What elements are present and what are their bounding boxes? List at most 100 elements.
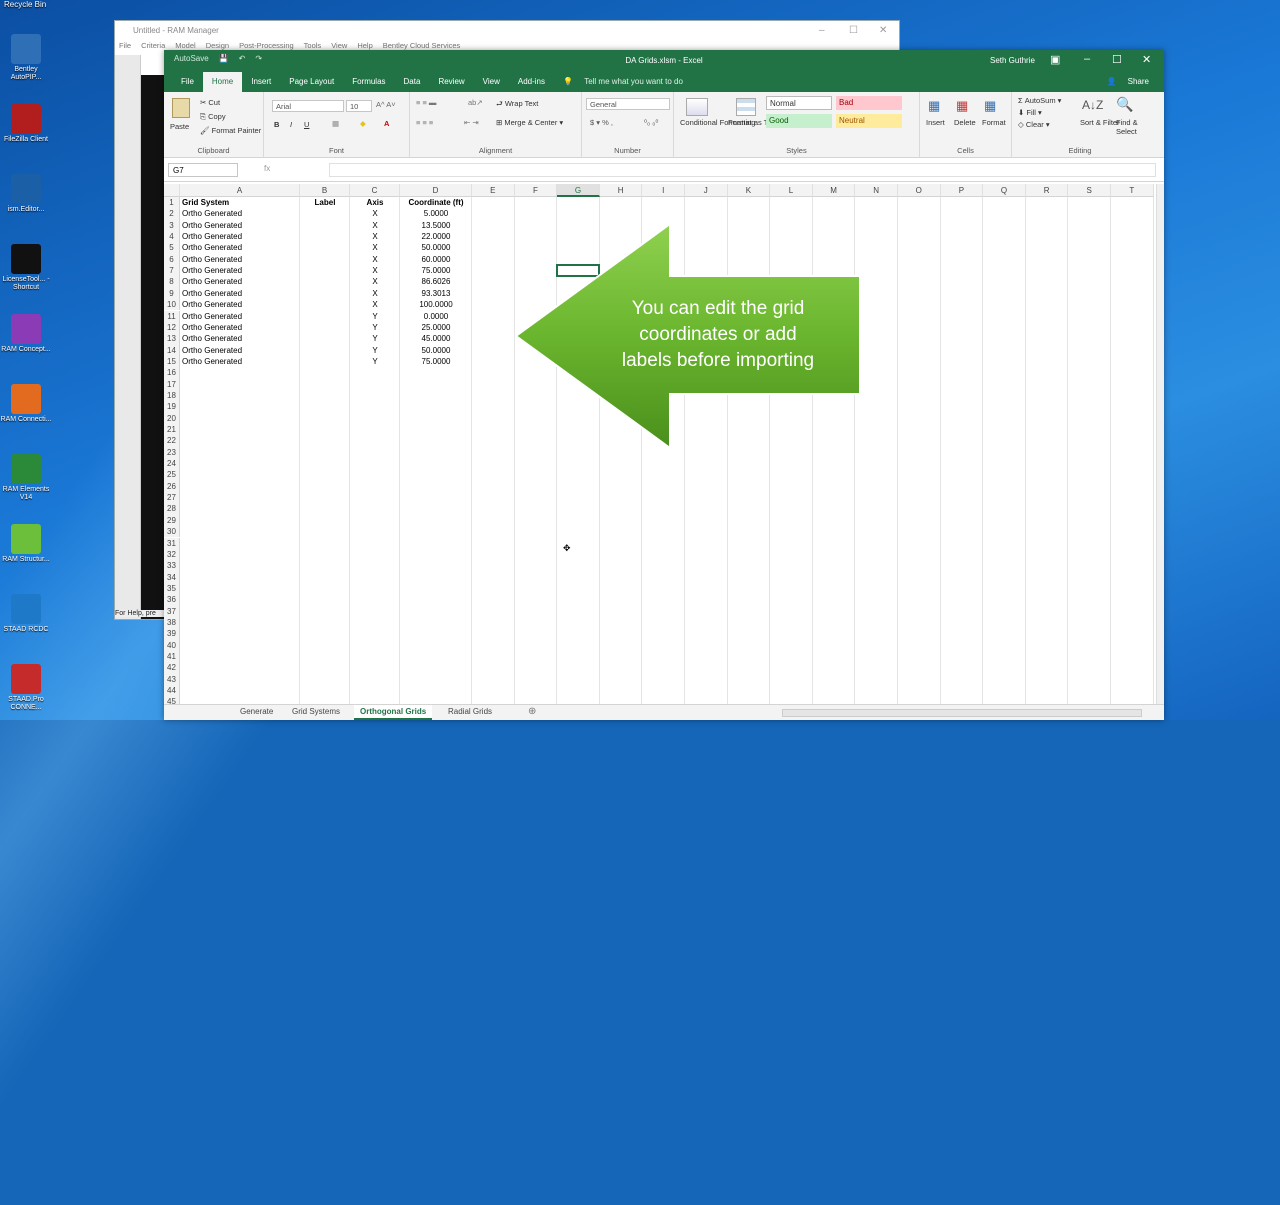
orientation-icon[interactable]: ab↗ — [468, 98, 483, 107]
share-button[interactable]: 👤 Share — [1106, 77, 1158, 86]
cell-C9[interactable]: X — [352, 288, 398, 299]
row-header[interactable]: 15 — [164, 355, 180, 368]
number-format-select[interactable]: General — [586, 98, 670, 110]
desktop-shortcut[interactable]: RAM Elements V14 — [0, 454, 52, 502]
paste-button[interactable]: Paste — [170, 122, 189, 131]
underline-button[interactable]: U — [304, 120, 309, 129]
desktop-shortcut[interactable]: FileZilla Client — [0, 104, 52, 144]
column-header[interactable]: C — [350, 184, 400, 197]
cell-D14[interactable]: 50.0000 — [402, 345, 470, 356]
desktop-shortcut[interactable]: RAM Connecti... — [0, 384, 52, 424]
row-header[interactable]: 33 — [164, 560, 180, 572]
ram-menu-item[interactable]: Criteria — [141, 41, 165, 50]
maximize-icon[interactable]: ☐ — [849, 25, 858, 36]
fx-icon[interactable]: fx — [264, 164, 270, 173]
cell-C6[interactable]: X — [352, 254, 398, 265]
cell-D12[interactable]: 25.0000 — [402, 322, 470, 333]
row-header[interactable]: 37 — [164, 605, 180, 617]
vertical-scrollbar[interactable] — [1156, 184, 1164, 704]
insert-button[interactable]: Insert — [926, 118, 945, 127]
row-header[interactable]: 31 — [164, 537, 180, 549]
copy-button[interactable]: ⎘ Copy — [200, 112, 226, 122]
cell-A12[interactable]: Ortho Generated — [182, 322, 298, 333]
cell-D3[interactable]: 13.5000 — [402, 220, 470, 231]
row-header[interactable]: 22 — [164, 435, 180, 447]
row-header[interactable]: 44 — [164, 685, 180, 697]
column-header[interactable]: A — [180, 184, 300, 197]
column-header[interactable]: N — [855, 184, 898, 197]
row-header[interactable]: 16 — [164, 367, 180, 379]
row-header[interactable]: 45 — [164, 696, 180, 704]
italic-button[interactable]: I — [290, 120, 292, 129]
borders-icon[interactable]: ▦ — [332, 119, 339, 128]
tab-page-layout[interactable]: Page Layout — [280, 77, 343, 92]
row-header[interactable]: 35 — [164, 582, 180, 595]
conditional-formatting-icon[interactable] — [686, 98, 708, 116]
column-header[interactable]: L — [770, 184, 813, 197]
vertical-align-icon[interactable]: ≡ ≡ ▬ — [416, 98, 436, 107]
column-header[interactable]: O — [898, 184, 941, 197]
desktop-shortcut[interactable]: LicenseTool... - Shortcut — [0, 244, 52, 292]
row-header[interactable]: 2 — [164, 208, 180, 220]
row-header[interactable]: 12 — [164, 321, 180, 334]
row-header[interactable]: 18 — [164, 389, 180, 402]
sheet-tab-generate[interactable]: Generate — [234, 705, 279, 720]
cell-C2[interactable]: X — [352, 208, 398, 219]
sheet-tab-radial-grids[interactable]: Radial Grids — [442, 705, 498, 720]
indent-icon[interactable]: ⇤ ⇥ — [464, 118, 479, 127]
tab-add-ins[interactable]: Add-ins — [509, 77, 554, 92]
cell-D8[interactable]: 86.6026 — [402, 276, 470, 287]
style-neutral[interactable]: Neutral — [836, 114, 902, 128]
row-header[interactable]: 7 — [164, 265, 180, 277]
row-header[interactable]: 20 — [164, 412, 180, 424]
row-header[interactable]: 41 — [164, 651, 180, 663]
cell-C12[interactable]: Y — [352, 322, 398, 333]
cell-D11[interactable]: 0.0000 — [402, 311, 470, 322]
ram-menu-item[interactable]: Design — [206, 41, 229, 50]
ram-menu-item[interactable]: Tools — [304, 41, 322, 50]
clear-button[interactable]: ◇ Clear ▾ — [1018, 120, 1050, 129]
row-header[interactable]: 30 — [164, 526, 180, 538]
grow-font-icon[interactable]: A^ A˅ — [376, 100, 396, 109]
tab-home[interactable]: Home — [202, 72, 243, 92]
row-header[interactable]: 21 — [164, 424, 180, 436]
row-header[interactable]: 43 — [164, 673, 180, 686]
add-sheet-icon[interactable]: ⊕ — [528, 706, 536, 717]
sort-filter-button[interactable]: Sort & Filter — [1080, 118, 1120, 127]
style-bad[interactable]: Bad — [836, 96, 902, 110]
cell-A14[interactable]: Ortho Generated — [182, 345, 298, 356]
row-header[interactable]: 3 — [164, 219, 180, 232]
tab-view[interactable]: View — [474, 77, 509, 92]
cell-A5[interactable]: Ortho Generated — [182, 242, 298, 253]
decimal-icon[interactable]: ⁰₀ ₀⁰ — [644, 118, 658, 127]
column-header[interactable]: J — [685, 184, 728, 197]
autosum-button[interactable]: Σ AutoSum ▾ — [1018, 96, 1061, 105]
cell-C15[interactable]: Y — [352, 356, 398, 367]
ribbon-display-icon[interactable]: ▣ — [1050, 53, 1060, 66]
cell-C7[interactable]: X — [352, 265, 398, 276]
row-header[interactable]: 17 — [164, 378, 180, 390]
row-header[interactable]: 26 — [164, 480, 180, 493]
cell-A15[interactable]: Ortho Generated — [182, 356, 298, 367]
row-header[interactable]: 42 — [164, 662, 180, 674]
cell-A6[interactable]: Ortho Generated — [182, 254, 298, 265]
cell-C8[interactable]: X — [352, 276, 398, 287]
cut-button[interactable]: ✂ Cut — [200, 98, 220, 107]
font-name-select[interactable]: Arial — [272, 100, 344, 112]
cell-A8[interactable]: Ortho Generated — [182, 276, 298, 287]
row-header[interactable]: 11 — [164, 310, 180, 322]
cell-C10[interactable]: X — [352, 299, 398, 310]
cell-C11[interactable]: Y — [352, 311, 398, 322]
cell-A9[interactable]: Ortho Generated — [182, 288, 298, 299]
desktop-shortcut[interactable]: STAAD RCDC — [0, 594, 52, 634]
insert-cells-icon[interactable]: ▦ — [928, 98, 940, 114]
sheet-tab-grid-systems[interactable]: Grid Systems — [286, 705, 346, 720]
user-name[interactable]: Seth Guthrie — [990, 56, 1035, 65]
minimize-icon[interactable]: – — [819, 25, 825, 36]
fill-button[interactable]: ⬇ Fill ▾ — [1018, 108, 1042, 117]
cell-D6[interactable]: 60.0000 — [402, 254, 470, 265]
close-icon[interactable]: ✕ — [879, 25, 887, 36]
cell-C4[interactable]: X — [352, 231, 398, 242]
column-header[interactable]: S — [1068, 184, 1111, 197]
delete-cells-icon[interactable]: ▦ — [956, 98, 968, 114]
